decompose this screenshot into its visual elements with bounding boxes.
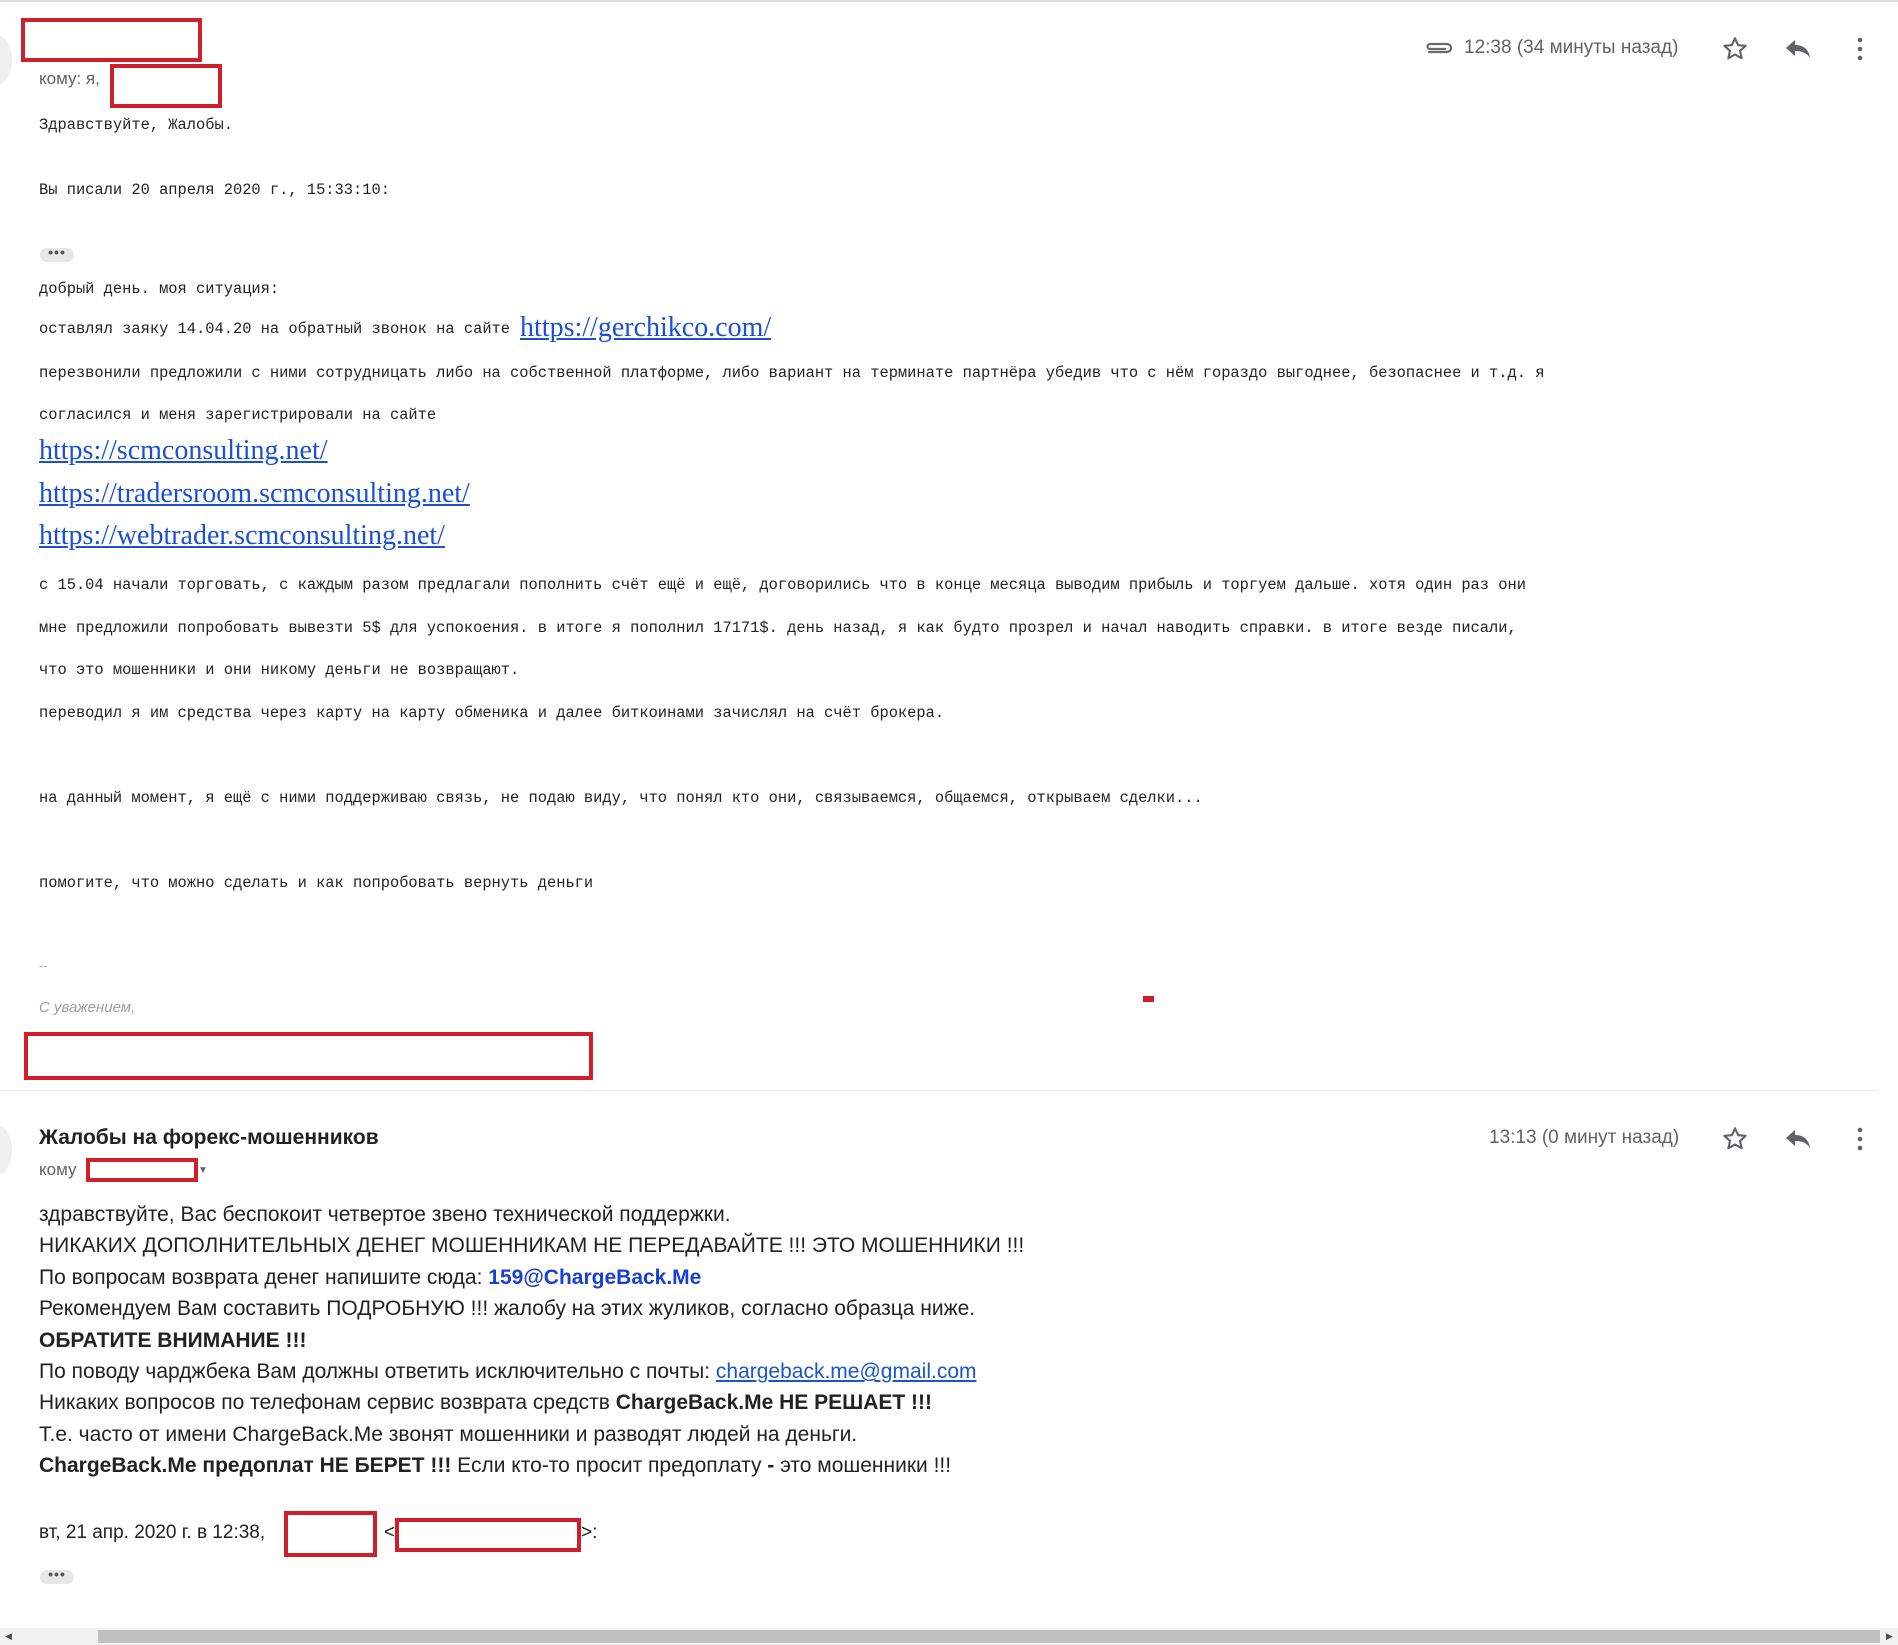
link-webtrader[interactable]: https://webtrader.scmconsulting.net/ [39,520,445,552]
chevron-down-icon[interactable]: ▼ [198,1165,208,1176]
gmail-link[interactable]: chargeback.me@gmail.com [716,1360,977,1383]
body-line: мне предложили попробовать вывезти 5$ дл… [39,619,1517,637]
body-line: оставлял заяку 14.04.20 на обратный звон… [39,312,771,344]
quote-header: Вы писали 20 апреля 2020 г., 15:33:10: [39,181,390,199]
quote-attribution: вт, 21 апр. 2020 г. в 12:38, [39,1522,265,1544]
body-line: НИКАКИХ ДОПОЛНИТЕЛЬНЫХ ДЕНЕГ МОШЕННИКАМ … [39,1234,1025,1258]
scrollbar-thumb[interactable] [98,1630,1880,1643]
body-text: Если кто-то просит предоплату [451,1454,768,1478]
body-line: переводил я им средства через карту на к… [39,704,945,722]
body-line: с 15.04 начали торговать, с каждым разом… [39,576,1526,594]
body-line: По поводу чарджбека Вам должны ответить … [39,1356,1539,1387]
link-tradersroom[interactable]: https://tradersroom.scmconsulting.net/ [39,478,470,510]
body-line: Т.е. часто от имени ChargeBack.Me звонят… [39,1422,858,1446]
body-bold: ChargeBack.Me НЕ РЕШАЕТ !!! [615,1391,933,1415]
message-time: 12:38 (34 минуты назад) [1464,37,1679,58]
signature-text: С уважением, [39,999,136,1016]
signature-separator: -- [39,958,48,973]
quote-gt: >: [581,1522,598,1543]
show-trimmed-button[interactable]: ••• [40,1567,74,1584]
quote-lt: < [384,1522,396,1543]
reply-icon[interactable] [1782,1123,1814,1155]
message-divider [0,1090,1878,1091]
body-line: что это мошенники и они никому деньги не… [39,661,520,679]
recipients-label[interactable]: кому [39,1160,76,1180]
quote-date: вт, 21 апр. 2020 г. в 12:38, [39,1522,266,1543]
more-vert-icon[interactable] [1850,1123,1870,1155]
link-gerchikco[interactable]: https://gerchikco.com/ [520,312,771,343]
message-1: кому: я, 12:38 (34 минуты назад) Здравст… [0,0,1898,1090]
greeting-line: Здравствуйте, Жалобы. [39,116,233,134]
scroll-right-icon[interactable]: ▶ [1881,1628,1898,1645]
body-text: оставлял заяку 14.04.20 на обратный звон… [39,320,511,338]
more-vert-icon[interactable] [1850,33,1870,65]
redacted-recipient [110,64,222,108]
chargeback-email[interactable]: 159@ChargeBack.Me [488,1266,701,1289]
body-bold: ChargeBack.Me предоплат НЕ БЕРЕТ !!! [39,1454,452,1478]
message-time: 13:13 (0 минут назад) [1489,1127,1680,1148]
attachment-icon [1422,36,1454,60]
redacted-signature [24,1032,593,1080]
link-scmconsulting[interactable]: https://scmconsulting.net/ [39,435,328,467]
body-text: это мошенники !!! [774,1454,952,1478]
sender-avatar[interactable] [0,1124,12,1176]
sender-avatar[interactable] [0,34,12,86]
show-trimmed-button[interactable]: ••• [40,245,74,262]
body-text: По вопросам возврата денег напишите сюда… [39,1265,489,1289]
redacted-recipient [86,1158,198,1182]
redaction-mark [1143,996,1154,1002]
body-line: Рекомендуем Вам составить ПОДРОБНУЮ !!! … [39,1297,976,1321]
redacted-sender-name [21,18,202,62]
reply-icon[interactable] [1782,33,1814,65]
redacted-quote-email [395,1518,581,1552]
body-text: По поводу чарджбека Вам должны ответить … [39,1360,716,1384]
body-line: ChargeBack.Me предоплат НЕ БЕРЕТ !!! Есл… [39,1450,1539,1481]
body-line: По вопросам возврата денег напишите сюда… [39,1262,1539,1293]
attention-line: ОБРАТИТЕ ВНИМАНИЕ !!! [39,1328,307,1352]
redacted-quote-name [284,1511,377,1557]
body-line: перезвонили предложили с ними сотрудница… [39,364,1545,382]
body-line: на данный момент, я ещё с ними поддержив… [39,789,1203,807]
body-line: здравствуйте, Вас беспокоит четвертое зв… [39,1203,731,1226]
reply-body: здравствуйте, Вас беспокоит четвертое зв… [39,1199,1539,1482]
star-icon[interactable] [1719,1123,1751,1155]
sender-name[interactable]: Жалобы на форекс-мошенников [39,1126,379,1150]
scroll-left-icon[interactable]: ◀ [0,1628,17,1645]
body-line: помогите, что можно сделать и как попроб… [39,874,594,892]
recipients-label[interactable]: кому: я, [39,69,100,89]
body-line: Никаких вопросов по телефонам сервис воз… [39,1387,1539,1418]
star-icon[interactable] [1719,33,1751,65]
body-line: добрый день. моя ситуация: [39,280,280,298]
body-line: согласился и меня зарегистрировали на са… [39,406,437,424]
body-text: Никаких вопросов по телефонам сервис воз… [39,1391,616,1415]
